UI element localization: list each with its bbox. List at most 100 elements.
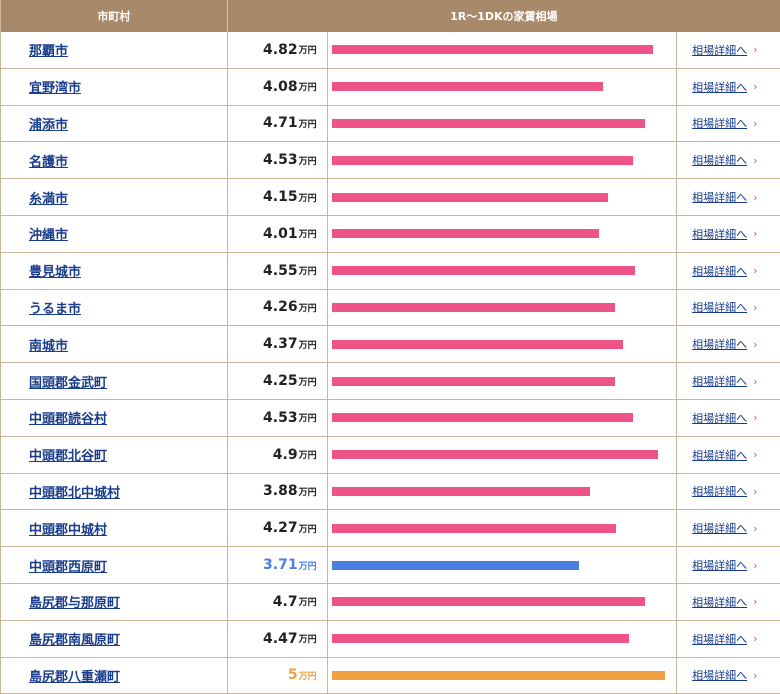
rent-unit: 万円 [298,119,317,130]
rent-value: 4.26 [263,299,298,316]
detail-link[interactable]: 相場詳細へ [692,667,747,683]
detail-link[interactable]: 相場詳細へ [692,226,747,242]
table-row: 中頭郡中城村 4.27 万円 相場詳細へ › [1,510,780,548]
bar-track [331,413,672,423]
rent-unit: 万円 [298,414,317,425]
city-cell: 豊見城市 [1,252,228,289]
detail-link[interactable]: 相場詳細へ [692,483,747,499]
city-link[interactable]: 那覇市 [29,40,68,59]
bar-track [331,450,672,460]
table-row: 中頭郡西原町 3.71 万円 相場詳細へ › [1,547,780,584]
city-link[interactable]: 沖縄市 [29,224,68,243]
city-cell: 南城市 [1,326,228,363]
city-link[interactable]: 中頭郡読谷村 [29,408,107,427]
rent-value-cell: 4.53 万円 [228,142,328,179]
table-row: 中頭郡北中城村 3.88 万円 相場詳細へ › [1,473,780,511]
city-cell: 中頭郡中城村 [1,510,228,547]
city-link[interactable]: 豊見城市 [29,261,81,280]
detail-link[interactable]: 相場詳細へ [692,189,747,205]
detail-link[interactable]: 相場詳細へ [692,594,747,610]
rent-unit: 万円 [298,303,317,314]
rent-value-cell: 3.88 万円 [228,473,328,510]
bar-cell [328,215,678,252]
bar-track [331,82,672,92]
rent-bar [331,634,630,644]
chevron-right-icon: › [753,374,758,388]
detail-link[interactable]: 相場詳細へ [692,299,747,315]
city-cell: 国頭郡金武町 [1,363,228,399]
rent-value: 4.47 [263,630,298,647]
rent-value-cell: 4.53 万円 [228,399,328,436]
detail-link[interactable]: 相場詳細へ [692,520,747,536]
detail-link[interactable]: 相場詳細へ [692,79,747,95]
detail-link[interactable]: 相場詳細へ [692,557,747,573]
bar-cell [328,68,678,105]
detail-cell: 相場詳細へ › [677,142,780,178]
rent-value-cell: 3.71 万円 [228,547,328,583]
city-cell: 中頭郡北中城村 [1,473,228,510]
bar-cell [328,326,678,363]
city-link[interactable]: 浦添市 [29,114,68,133]
chevron-right-icon: › [753,484,758,498]
city-link[interactable]: 中頭郡西原町 [29,556,107,575]
city-link[interactable]: 宜野湾市 [29,77,81,96]
rent-value-cell: 4.82 万円 [228,32,328,68]
rent-bar [331,302,616,312]
city-link[interactable]: 国頭郡金武町 [29,372,107,391]
bar-cell [328,289,678,326]
rent-bar [331,45,653,55]
detail-link[interactable]: 相場詳細へ [692,115,747,131]
city-link[interactable]: 島尻郡与那原町 [29,592,120,611]
rent-unit: 万円 [298,267,317,278]
rent-bar [331,82,604,92]
city-link[interactable]: 糸満市 [29,188,68,207]
detail-cell: 相場詳細へ › [677,437,780,473]
rent-unit: 万円 [298,340,317,351]
detail-cell: 相場詳細へ › [677,363,780,399]
city-link[interactable]: うるま市 [29,298,81,317]
rent-value: 4.53 [263,409,298,426]
rent-value: 3.88 [263,483,298,500]
rent-value-cell: 4.47 万円 [228,620,328,657]
city-cell: 島尻郡南風原町 [1,620,228,657]
detail-link[interactable]: 相場詳細へ [692,447,747,463]
detail-link[interactable]: 相場詳細へ [692,42,747,58]
bar-cell [328,363,678,399]
header-city: 市町村 [1,0,228,32]
table-row: 浦添市 4.71 万円 相場詳細へ › [1,105,780,143]
rent-value: 4.7 [272,593,298,610]
rent-bar [331,597,645,607]
city-link[interactable]: 南城市 [29,335,68,354]
table-row: 中頭郡読谷村 4.53 万円 相場詳細へ › [1,399,780,437]
bar-track [331,376,672,386]
city-link[interactable]: 中頭郡北中城村 [29,482,120,501]
city-cell: 浦添市 [1,105,228,142]
rent-value-cell: 4.15 万円 [228,179,328,215]
rent-bar [331,376,615,386]
city-link[interactable]: 中頭郡北谷町 [29,445,107,464]
rent-value-cell: 4.55 万円 [228,252,328,289]
rent-value: 4.37 [263,336,298,353]
city-link[interactable]: 島尻郡南風原町 [29,629,120,648]
table-row: 国頭郡金武町 4.25 万円 相場詳細へ › [1,363,780,400]
detail-link[interactable]: 相場詳細へ [692,410,747,426]
table-body: 那覇市 4.82万円 相場詳細へ › 宜野湾市 4.08万円 相場詳細へ › [1,32,780,694]
detail-link[interactable]: 相場詳細へ [692,152,747,168]
rent-value-cell: 4.25 万円 [228,363,328,399]
city-link[interactable]: 名護市 [29,151,68,170]
city-link[interactable]: 島尻郡八重瀬町 [29,666,120,685]
city-link[interactable]: 中頭郡中城村 [29,519,107,538]
chevron-right-icon: › [753,227,758,241]
table-row: 島尻郡南風原町 4.47 万円 相場詳細へ › [1,620,780,658]
detail-link[interactable]: 相場詳細へ [692,373,747,389]
bar-cell [328,436,678,473]
detail-link[interactable]: 相場詳細へ [692,631,747,647]
rent-value: 4.25 [263,373,298,390]
bar-cell [328,473,678,510]
detail-link[interactable]: 相場詳細へ [692,263,747,279]
rent-unit: 万円 [298,156,317,167]
city-cell: 島尻郡与那原町 [1,583,228,620]
rent-value: 4.9 [272,446,298,463]
detail-link[interactable]: 相場詳細へ [692,336,747,352]
detail-cell: 相場詳細へ › [677,290,780,326]
